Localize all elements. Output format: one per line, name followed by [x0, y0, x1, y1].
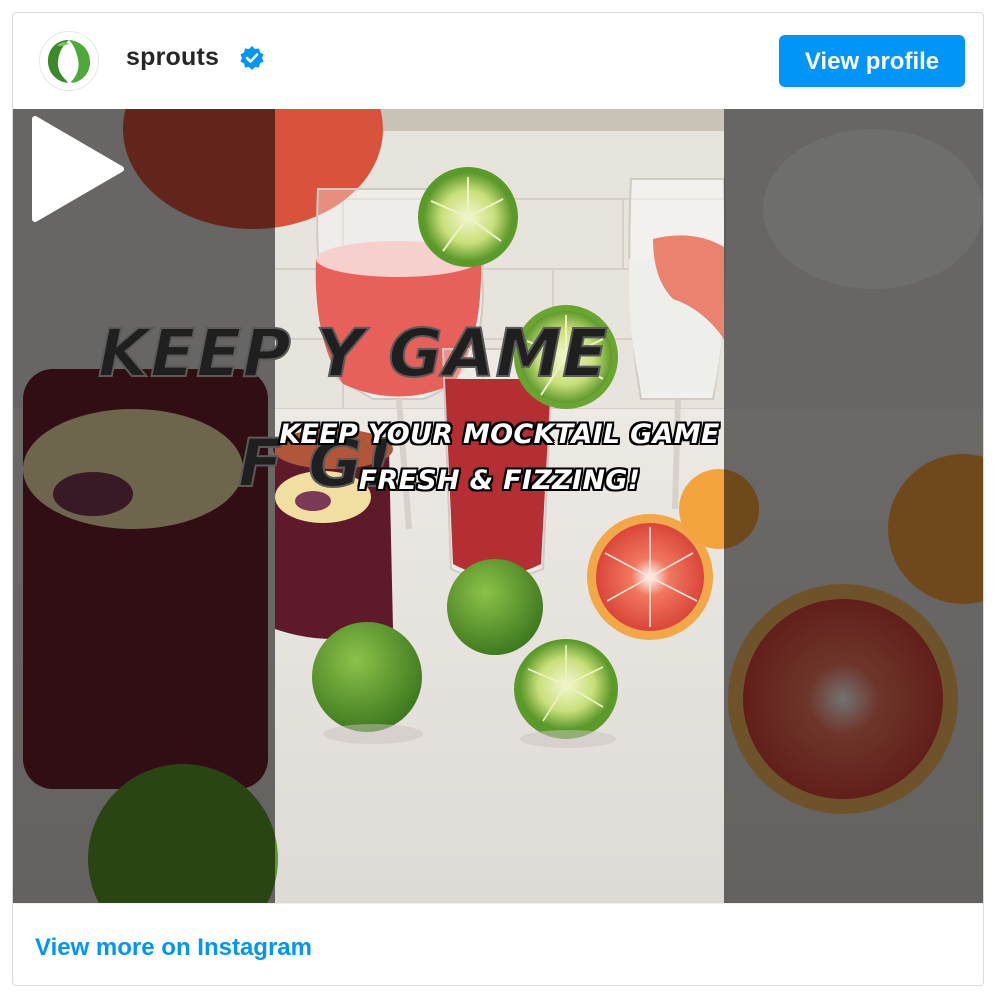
view-profile-button[interactable]: View profile: [779, 35, 965, 87]
view-more-on-instagram-link[interactable]: View more on Instagram: [35, 934, 312, 962]
reel-video-thumbnail[interactable]: KEEP Y GAME F G! KEEP YOUR MOCKTAIL GAME…: [13, 109, 983, 903]
background-caption-line1: KEEP Y GAME: [97, 314, 609, 393]
avatar[interactable]: [39, 31, 99, 91]
reel-caption-line2: FRESH & FIZZING!: [358, 465, 641, 496]
post-footer: View more on Instagram: [13, 903, 983, 985]
reel-caption-line1: KEEP YOUR MOCKTAIL GAME: [279, 419, 720, 450]
play-icon[interactable]: [13, 109, 133, 229]
username[interactable]: sprouts: [126, 43, 219, 72]
post-header: sprouts View profile: [13, 13, 983, 109]
verified-badge-icon: [240, 46, 264, 70]
instagram-embed-card: sprouts View profile KEEP Y GAME F G! KE…: [12, 12, 984, 986]
blurred-background-right: [724, 109, 983, 903]
sprouts-logo-icon: [47, 39, 91, 85]
